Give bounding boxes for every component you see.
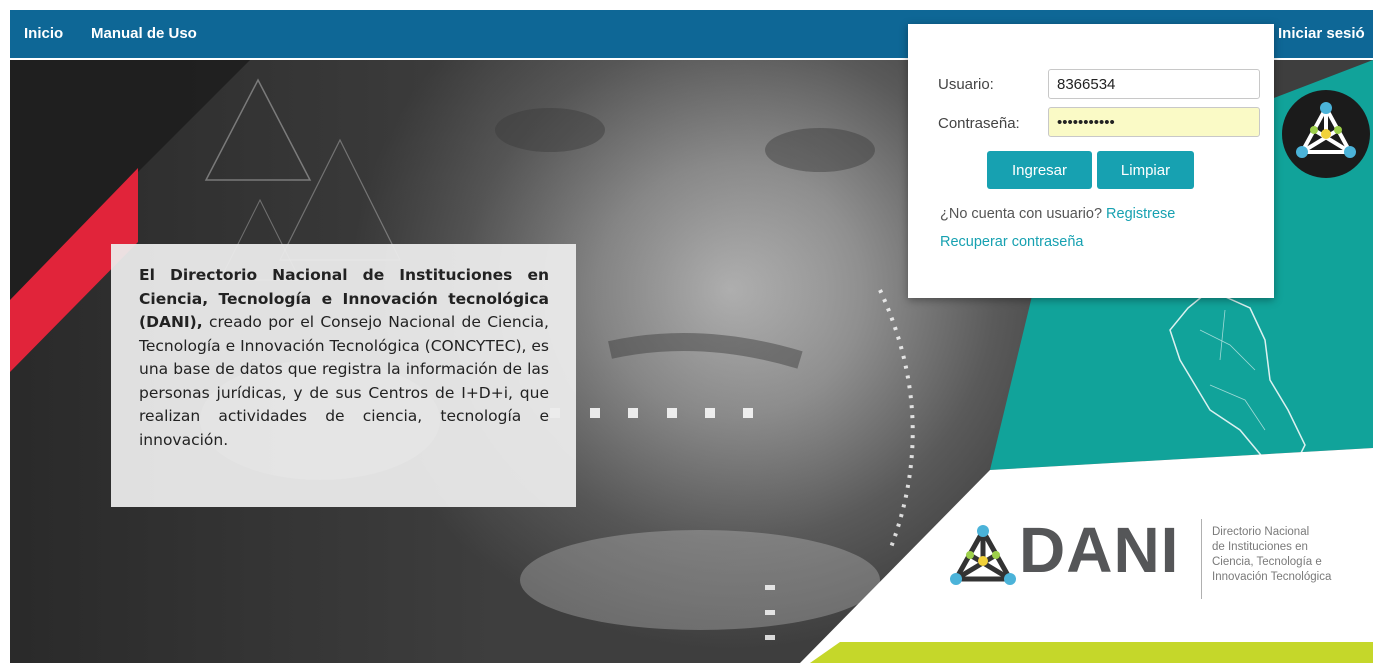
- decor-tick: [765, 585, 775, 590]
- password-input[interactable]: [1048, 107, 1260, 137]
- logo-divider: [1201, 519, 1202, 599]
- triangle-outline: [204, 78, 312, 181]
- clear-button[interactable]: Limpiar: [1097, 151, 1194, 189]
- eye-shadow: [495, 108, 605, 152]
- dashed-arc: [878, 289, 915, 551]
- logo-tagline-line: Directorio Nacional: [1212, 526, 1310, 538]
- decor-dot: [590, 408, 600, 418]
- lime-strip: [810, 642, 1373, 663]
- register-row: ¿No cuenta con usuario? Registrese: [940, 206, 1175, 222]
- logo-tagline-line: Innovación Tecnológica: [1212, 571, 1332, 583]
- decor-dot: [628, 408, 638, 418]
- password-label: Contraseña:: [938, 115, 1020, 132]
- decor-dot: [705, 408, 715, 418]
- recover-password-link[interactable]: Recuperar contraseña: [940, 234, 1083, 250]
- logo-mark-icon: [950, 525, 1016, 585]
- submit-button[interactable]: Ingresar: [987, 151, 1092, 189]
- logo-tagline-line: Ciencia, Tecnología e: [1212, 556, 1322, 568]
- decor-dot: [743, 408, 753, 418]
- login-panel: Usuario: Contraseña: Ingresar Limpiar ¿N…: [908, 24, 1274, 298]
- logo-tagline-line: de Instituciones en: [1212, 541, 1308, 553]
- nav-link-login[interactable]: Iniciar sesió: [1278, 25, 1365, 42]
- intro-rest: creado por el Consejo Nacional de Cienci…: [139, 313, 549, 449]
- decor-tick: [765, 610, 775, 615]
- nav-link-manual[interactable]: Manual de Uso: [91, 25, 197, 42]
- decor-tick: [765, 635, 775, 640]
- network-badge: [1282, 90, 1370, 178]
- intro-box: El Directorio Nacional de Instituciones …: [111, 244, 576, 507]
- register-link[interactable]: Registrese: [1106, 206, 1175, 222]
- username-input[interactable]: [1048, 69, 1260, 99]
- nav-link-inicio[interactable]: Inicio: [24, 25, 63, 42]
- network-triangle-icon: [1296, 102, 1356, 158]
- decor-dot: [667, 408, 677, 418]
- eye-shadow: [765, 128, 875, 172]
- logo-wordmark: DANI: [1019, 514, 1180, 586]
- intro-paragraph: El Directorio Nacional de Instituciones …: [139, 264, 549, 452]
- no-account-text: ¿No cuenta con usuario?: [940, 206, 1103, 222]
- recover-row: Recuperar contraseña: [940, 234, 1083, 250]
- hand-highlight: [520, 530, 880, 630]
- logo-tagline: Directorio Nacional de Instituciones en …: [1212, 525, 1362, 585]
- mustache-shadow: [608, 333, 803, 369]
- username-label: Usuario:: [938, 76, 994, 93]
